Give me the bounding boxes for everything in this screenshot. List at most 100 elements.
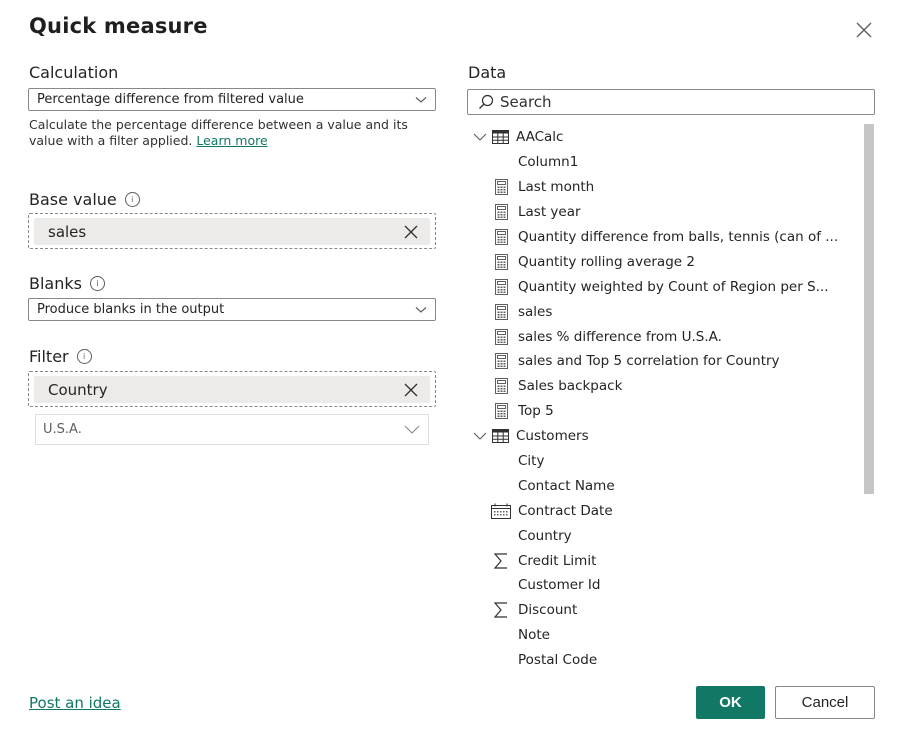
field-item[interactable]: Last month: [470, 175, 860, 200]
calculator-icon: [490, 179, 512, 196]
table-name: AACalc: [516, 129, 564, 146]
dialog-title: Quick measure: [29, 14, 208, 38]
field-name: Column1: [518, 154, 579, 171]
field-name: Discount: [518, 602, 578, 619]
data-label-text: Data: [468, 63, 507, 82]
calculation-label: Calculation: [29, 63, 118, 82]
field-item[interactable]: Credit Limit: [470, 548, 860, 573]
calculator-icon: [490, 378, 512, 395]
filter-well[interactable]: Country: [28, 371, 436, 407]
remove-icon[interactable]: [404, 225, 418, 239]
base-value-pill[interactable]: sales: [34, 218, 430, 245]
field-name: Quantity rolling average 2: [518, 253, 695, 270]
data-label: Data: [468, 63, 506, 82]
calculator-icon: [490, 303, 512, 320]
calculator-icon: [490, 403, 512, 420]
base-value-label: Base value i: [29, 190, 140, 209]
field-name: Postal Code: [518, 652, 598, 669]
field-name: Customer Id: [518, 577, 601, 594]
field-name: Sales backpack: [518, 378, 623, 395]
field-name: Last month: [518, 179, 595, 196]
filter-label: Filter i: [29, 347, 92, 366]
field-item[interactable]: Last year: [470, 200, 860, 225]
field-item[interactable]: sales % difference from U.S.A.: [470, 324, 860, 349]
filter-label-text: Filter: [29, 347, 69, 366]
field-name: Note: [518, 627, 550, 644]
ok-button[interactable]: OK: [696, 686, 765, 719]
field-item[interactable]: Quantity rolling average 2: [470, 249, 860, 274]
field-name: City: [518, 453, 545, 470]
field-item[interactable]: Contract Date: [470, 498, 860, 523]
table-node[interactable]: AACalc: [470, 125, 860, 150]
calculator-icon: [490, 328, 512, 345]
field-item[interactable]: Discount: [470, 598, 860, 623]
blanks-label-text: Blanks: [29, 274, 82, 293]
calculation-selected: Percentage difference from filtered valu…: [37, 92, 304, 107]
field-name: sales and Top 5 correlation for Country: [518, 353, 780, 370]
table-icon: [490, 130, 510, 145]
blanks-label: Blanks i: [29, 274, 105, 293]
search-icon: [479, 94, 494, 109]
chevron-down-icon[interactable]: [470, 133, 490, 142]
chevron-down-icon: [415, 306, 427, 313]
scrollbar[interactable]: [864, 124, 874, 494]
table-icon: [490, 429, 510, 444]
search-placeholder: Search: [500, 93, 552, 111]
field-item[interactable]: Country: [470, 523, 860, 548]
calendar-icon: [490, 503, 512, 519]
field-name: Credit Limit: [518, 552, 597, 569]
post-idea-link[interactable]: Post an idea: [29, 694, 121, 712]
field-item[interactable]: Column1: [470, 150, 860, 175]
field-item[interactable]: Quantity weighted by Count of Region per…: [470, 274, 860, 299]
close-icon: [856, 22, 872, 38]
base-value-well[interactable]: sales: [28, 213, 436, 249]
field-item[interactable]: Customer Id: [470, 573, 860, 598]
field-item[interactable]: Sales backpack: [470, 374, 860, 399]
field-item[interactable]: Postal Code: [470, 648, 860, 673]
field-name: Quantity difference from balls, tennis (…: [518, 229, 839, 245]
field-item[interactable]: Quantity difference from balls, tennis (…: [470, 225, 860, 250]
chevron-down-icon: [404, 425, 420, 434]
field-name: Last year: [518, 204, 581, 221]
calculator-icon: [490, 353, 512, 370]
chevron-down-icon[interactable]: [470, 432, 490, 441]
calculation-description: Calculate the percentage difference betw…: [29, 117, 439, 149]
search-input[interactable]: Search: [467, 89, 875, 115]
field-item[interactable]: Contact Name: [470, 473, 860, 498]
field-name: Contract Date: [518, 502, 613, 519]
filter-value-dropdown[interactable]: U.S.A.: [35, 414, 429, 445]
field-item[interactable]: Top 5: [470, 399, 860, 424]
field-item[interactable]: Note: [470, 623, 860, 648]
field-name: Contact Name: [518, 477, 615, 494]
field-name: Country: [518, 527, 572, 544]
close-button[interactable]: [852, 18, 876, 42]
table-node[interactable]: Customers: [470, 424, 860, 449]
sigma-icon: [490, 552, 512, 569]
field-list[interactable]: AACalc Column1 Last month Last year Quantity…: [470, 125, 860, 681]
field-item[interactable]: sales: [470, 299, 860, 324]
table-name: Customers: [516, 428, 589, 445]
info-icon[interactable]: i: [124, 192, 140, 207]
learn-more-link[interactable]: Learn more: [196, 133, 267, 148]
calculation-label-text: Calculation: [29, 63, 119, 82]
base-value-label-text: Base value: [29, 190, 117, 209]
calculator-icon: [490, 204, 512, 221]
blanks-dropdown[interactable]: Produce blanks in the output: [28, 298, 436, 321]
base-value-text: sales: [48, 222, 87, 241]
field-name: sales: [518, 303, 553, 320]
chevron-down-icon: [415, 96, 427, 103]
calculation-dropdown[interactable]: Percentage difference from filtered valu…: [28, 88, 436, 111]
info-icon[interactable]: i: [76, 349, 92, 364]
field-item[interactable]: sales and Top 5 correlation for Country: [470, 349, 860, 374]
info-icon[interactable]: i: [89, 276, 105, 291]
calculator-icon: [490, 253, 512, 270]
filter-value-text: U.S.A.: [43, 422, 82, 437]
cancel-button[interactable]: Cancel: [775, 686, 875, 719]
calculator-icon: [490, 229, 512, 245]
sigma-icon: [490, 602, 512, 618]
field-name: Top 5: [518, 403, 554, 420]
remove-icon[interactable]: [404, 383, 418, 397]
filter-field-pill[interactable]: Country: [34, 376, 430, 403]
field-item[interactable]: City: [470, 449, 860, 474]
calculator-icon: [490, 278, 512, 295]
